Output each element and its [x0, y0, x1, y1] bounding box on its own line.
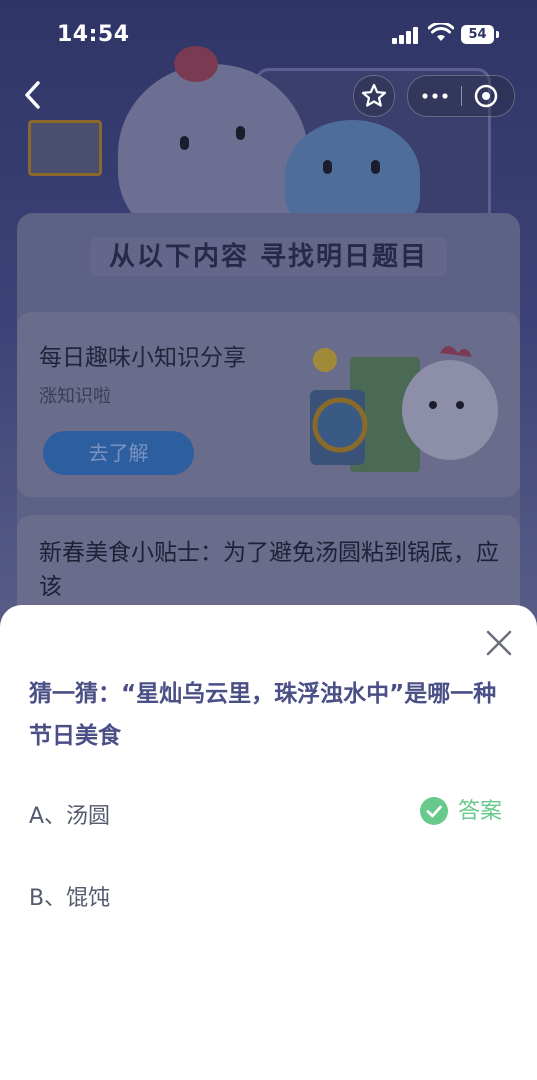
star-icon — [361, 83, 387, 107]
knowledge-card-title: 每日趣味小知识分享 — [39, 345, 246, 371]
award-board-icon — [28, 120, 102, 176]
more-button[interactable] — [408, 76, 461, 116]
close-button[interactable] — [484, 628, 514, 658]
option-a[interactable]: A、汤圆 — [29, 798, 110, 830]
wifi-icon — [428, 23, 454, 41]
knowledge-card-subtitle: 涨知识啦 — [39, 386, 111, 407]
check-icon — [420, 797, 448, 825]
status-bar: 14:54 54 — [0, 0, 537, 70]
option-b[interactable]: B、馄饨 — [29, 880, 110, 912]
target-circle-icon — [474, 84, 498, 108]
food-tip-title: 新春美食小贴士：为了避免汤圆粘到锅底，应该 — [39, 540, 499, 600]
battery-icon: 54 — [461, 25, 494, 44]
status-time: 14:54 — [57, 22, 130, 47]
signal-icon — [392, 26, 420, 44]
knowledge-illustration — [310, 346, 498, 472]
chicken-comb — [174, 46, 218, 82]
battery-tip — [496, 31, 499, 38]
exit-mini-program-button[interactable] — [462, 76, 514, 116]
back-button[interactable] — [18, 78, 48, 112]
answer-label: 答案 — [458, 799, 503, 824]
favorite-button[interactable] — [353, 75, 395, 117]
panel-title: 从以下内容 寻找明日题目 — [90, 238, 447, 276]
question-text: 猜一猜：“星灿乌云里，珠浮浊水中”是哪一种节日美食 — [29, 681, 497, 749]
more-dots-icon — [422, 93, 448, 99]
learn-more-button[interactable]: 去了解 — [43, 431, 194, 475]
mini-program-capsule — [407, 75, 515, 117]
